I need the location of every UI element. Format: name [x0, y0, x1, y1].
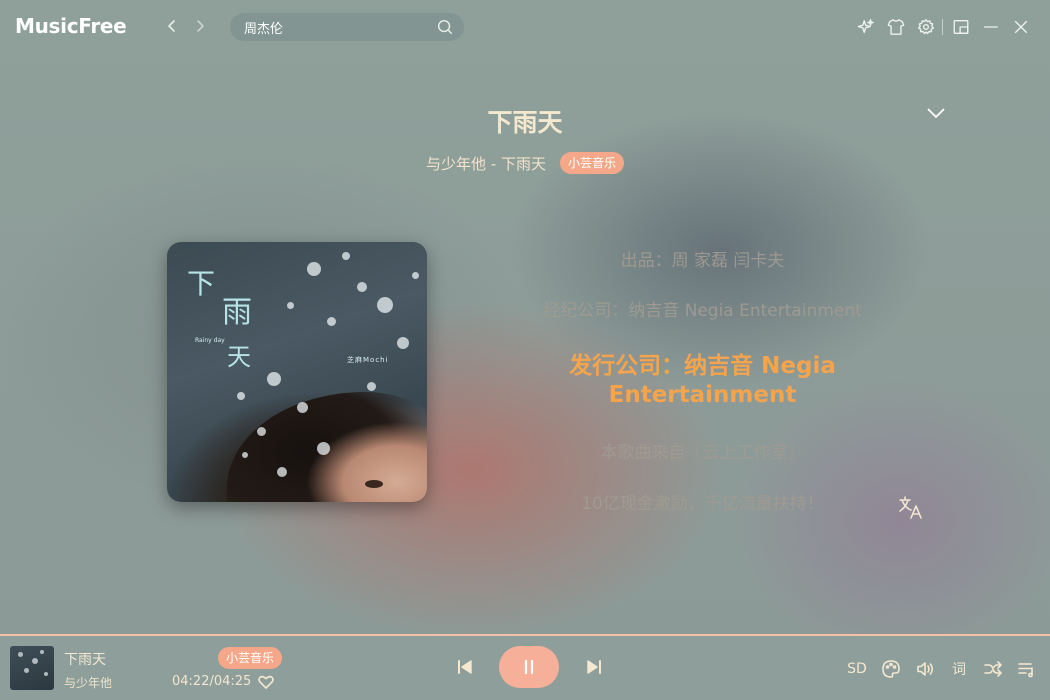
- mini-mode-button[interactable]: [949, 15, 973, 39]
- skip-previous-icon: [458, 660, 472, 674]
- player-bar: 下雨天 与少年他 小芸音乐 04:22/04:25 SD 词: [0, 634, 1050, 700]
- lyric-line[interactable]: 出品：周 家磊 闫卡夫: [490, 250, 915, 272]
- back-button[interactable]: [162, 16, 182, 36]
- raindrop: [32, 658, 38, 664]
- shuffle-icon: [984, 661, 1002, 677]
- collapse-button[interactable]: [924, 103, 948, 123]
- raindrop: [297, 402, 308, 413]
- raindrop: [357, 282, 367, 292]
- song-subtitle: 与少年他 - 下雨天 小芸音乐: [0, 152, 1050, 174]
- raindrop: [18, 652, 23, 657]
- player-artist[interactable]: 与少年他: [64, 674, 112, 691]
- cover-artist: 芝麻Mochi: [347, 356, 389, 364]
- player-time: 04:22/04:25: [172, 674, 252, 689]
- lyrics-toggle-button[interactable]: 词: [948, 658, 970, 680]
- theme-effects-button[interactable]: [854, 15, 878, 39]
- search-input[interactable]: [244, 19, 430, 35]
- cover-eye: [365, 480, 383, 488]
- artist-album: 与少年他 - 下雨天: [426, 154, 546, 173]
- skin-button[interactable]: [884, 15, 908, 39]
- forward-button[interactable]: [190, 16, 210, 36]
- palette-icon: [882, 660, 900, 678]
- search-icon[interactable]: [436, 18, 454, 36]
- raindrop: [412, 272, 419, 279]
- lyric-line[interactable]: 10亿现金激励，千亿流量扶持！: [490, 493, 915, 515]
- raindrop: [287, 302, 294, 309]
- heart-icon: [258, 675, 274, 689]
- sound-effect-button[interactable]: [880, 658, 902, 680]
- raindrop: [242, 452, 248, 458]
- translate-icon: [899, 496, 922, 519]
- volume-icon: [917, 662, 934, 676]
- sparkle-icon: [857, 19, 874, 34]
- raindrop: [317, 442, 330, 455]
- source-badge: 小芸音乐: [559, 152, 624, 174]
- quality-button[interactable]: SD: [845, 658, 869, 680]
- chevron-left-icon: [167, 20, 175, 32]
- cover-char-3: 天: [227, 343, 251, 371]
- lyric-line-active[interactable]: 发行公司：纳吉音 Negia Entertainment: [490, 352, 915, 410]
- player-source-badge: 小芸音乐: [218, 647, 283, 669]
- pause-icon: [524, 659, 534, 675]
- gear-icon: [917, 18, 935, 35]
- previous-button[interactable]: [455, 657, 475, 681]
- raindrop: [377, 297, 393, 313]
- raindrop: [397, 337, 409, 349]
- raindrop: [307, 262, 321, 276]
- toolbar-divider: [942, 19, 943, 35]
- raindrop: [342, 252, 350, 260]
- play-pause-button[interactable]: [499, 646, 559, 688]
- raindrop: [24, 668, 29, 673]
- volume-button[interactable]: [914, 658, 936, 680]
- lyric-line[interactable]: 经纪公司：纳吉音 Negia Entertainment: [490, 300, 915, 322]
- minimize-button[interactable]: [979, 15, 1003, 39]
- cover-char-1: 下: [187, 267, 216, 300]
- album-cover: 下 雨 天 Rainy day 芝麻Mochi: [167, 242, 427, 502]
- playlist-button[interactable]: [1016, 658, 1038, 680]
- raindrop: [44, 672, 48, 676]
- cover-rainy-text: Rainy day: [195, 337, 225, 344]
- next-button[interactable]: [584, 657, 604, 681]
- favorite-button[interactable]: [258, 674, 274, 690]
- raindrop: [257, 427, 266, 436]
- app-logo: MusicFree: [15, 14, 127, 38]
- raindrop: [40, 650, 44, 654]
- raindrop: [327, 317, 336, 326]
- shuffle-button[interactable]: [982, 658, 1004, 680]
- close-icon: [1014, 20, 1028, 34]
- translate-button[interactable]: [897, 494, 925, 522]
- player-song-title[interactable]: 下雨天: [64, 649, 106, 669]
- raindrop: [237, 392, 245, 400]
- chevron-right-icon: [197, 20, 205, 32]
- raindrop: [277, 467, 287, 477]
- minimize-to-mini-icon: [953, 20, 969, 34]
- close-button[interactable]: [1009, 15, 1033, 39]
- lyric-line[interactable]: 本歌曲来自〖云上工作室〗: [490, 442, 915, 464]
- playlist-icon: [1018, 663, 1033, 678]
- player-cover-thumb[interactable]: [10, 646, 54, 690]
- raindrop: [267, 372, 281, 386]
- shirt-icon: [887, 19, 905, 35]
- chevron-down-icon: [927, 108, 945, 119]
- search-bar[interactable]: [230, 13, 464, 41]
- title-bar: MusicFree: [0, 0, 1050, 54]
- skip-next-icon: [587, 660, 601, 674]
- cover-char-2: 雨: [222, 295, 252, 330]
- settings-button[interactable]: [914, 15, 938, 39]
- song-title: 下雨天: [487, 108, 563, 137]
- minimize-icon: [984, 26, 998, 28]
- raindrop: [367, 382, 376, 391]
